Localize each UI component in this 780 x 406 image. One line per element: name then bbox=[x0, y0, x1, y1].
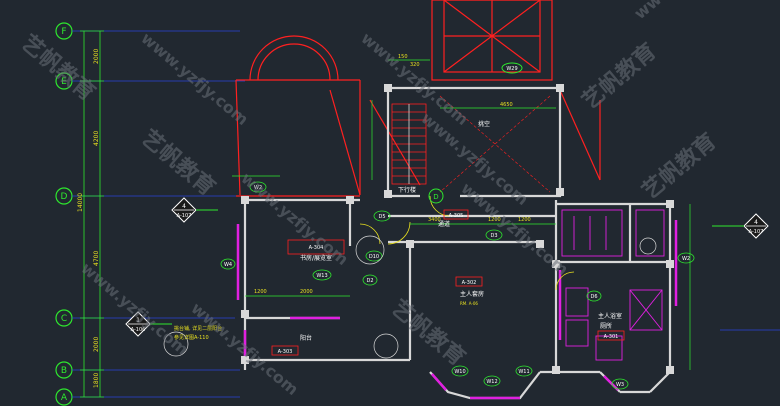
svg-text:W29: W29 bbox=[506, 66, 517, 72]
balcony-code: A-303 bbox=[278, 349, 293, 355]
stair-label: 下行楼 bbox=[398, 186, 416, 194]
svg-text:艺帆教育: 艺帆教育 bbox=[136, 125, 220, 201]
tag-w11: W11 bbox=[515, 365, 533, 377]
svg-text:W10: W10 bbox=[454, 369, 465, 375]
section-mark-right[interactable]: 4 A-107 bbox=[712, 213, 769, 239]
section-right-ref: A-107 bbox=[749, 229, 764, 235]
dim-2: 4200 bbox=[93, 131, 100, 146]
tag-w12: W12 bbox=[483, 375, 501, 387]
svg-text:D: D bbox=[433, 193, 438, 201]
dim-1: 2000 bbox=[93, 49, 100, 64]
section-left-ref: A-107 bbox=[177, 213, 192, 219]
svg-text:D10: D10 bbox=[369, 254, 379, 260]
floor-plan-svg: F E D C B A 14000 2000 4200 4700 2000 18… bbox=[16, 0, 780, 406]
dim-5: 1800 bbox=[93, 373, 100, 388]
tag-d3: D3 bbox=[485, 229, 503, 241]
svg-text:D2: D2 bbox=[366, 278, 373, 284]
balcony-name: 阳台 bbox=[300, 334, 312, 342]
axis-label-d: D bbox=[61, 192, 68, 202]
master-code: A-302 bbox=[462, 280, 477, 286]
master-sub: RM. A-06 bbox=[460, 301, 478, 306]
corridor-code: A-305 bbox=[449, 213, 464, 219]
dim-inner-1: 1200 bbox=[254, 289, 267, 295]
section-left-num: 4 bbox=[182, 203, 186, 210]
bath-code: A-301 bbox=[604, 334, 619, 340]
master-name: 主人套房 bbox=[460, 290, 484, 298]
tag-d5: D5 bbox=[373, 210, 391, 222]
room-corridor[interactable]: 通道 A-305 bbox=[438, 209, 469, 228]
tag-w4: W4 bbox=[220, 258, 236, 270]
axis-label-b: B bbox=[61, 366, 67, 376]
watermark: www.yzfjy.com www.yzfjy.com www.yzfjy.co… bbox=[16, 0, 745, 399]
staircase bbox=[391, 103, 427, 185]
svg-text:W2: W2 bbox=[682, 256, 690, 262]
room-master-suite[interactable]: A-302 主人套房 RM. A-06 bbox=[455, 276, 484, 306]
svg-text:www.yzfjy.com: www.yzfjy.com bbox=[137, 29, 252, 130]
svg-text:D5: D5 bbox=[378, 214, 385, 220]
svg-text:艺帆教育: 艺帆教育 bbox=[637, 128, 721, 204]
svg-text:www.yzfjy.com: www.yzfjy.com bbox=[630, 0, 745, 23]
svg-text:W4: W4 bbox=[224, 262, 232, 268]
room-balcony[interactable]: A-303 阳台 bbox=[271, 334, 312, 356]
svg-text:W13: W13 bbox=[316, 273, 327, 279]
top-roof-structure bbox=[235, 0, 601, 197]
section-mark-left[interactable]: 4 A-107 bbox=[171, 197, 218, 223]
corridor-name: 通道 bbox=[438, 220, 450, 228]
bath-sub: 厕所 bbox=[600, 322, 612, 330]
svg-text:W3: W3 bbox=[616, 382, 624, 388]
tag-d6: D6 bbox=[586, 290, 602, 302]
svg-text:D6: D6 bbox=[590, 294, 597, 300]
dim-4: 2000 bbox=[93, 337, 100, 352]
void-label: 挑空 bbox=[478, 120, 490, 128]
axis-label-f: F bbox=[61, 27, 66, 37]
tag-w29: W29 bbox=[501, 62, 523, 74]
dim-inner-2: 2000 bbox=[300, 289, 313, 295]
svg-text:D3: D3 bbox=[490, 233, 497, 239]
axis-label-c: C bbox=[61, 314, 67, 324]
dim-total: 14000 bbox=[77, 193, 84, 212]
svg-text:W11: W11 bbox=[518, 369, 529, 375]
elevation-marker-d: D bbox=[428, 188, 444, 204]
cad-drawing-canvas[interactable]: F E D C B A 14000 2000 4200 4700 2000 18… bbox=[0, 0, 780, 406]
axis-label-a: A bbox=[61, 393, 68, 403]
dim-top-g: 4650 bbox=[500, 102, 513, 108]
svg-text:www.yzfjy.com: www.yzfjy.com bbox=[357, 29, 472, 130]
tag-w2-b: W2 bbox=[677, 252, 695, 264]
svg-text:艺帆教育: 艺帆教育 bbox=[16, 30, 100, 106]
svg-text:艺帆教育: 艺帆教育 bbox=[577, 38, 661, 114]
tag-d2: D2 bbox=[362, 274, 378, 286]
bath-name: 主人浴室 bbox=[598, 312, 622, 320]
svg-text:W12: W12 bbox=[486, 379, 497, 385]
tag-d10: D10 bbox=[365, 250, 383, 262]
section-right-num: 4 bbox=[754, 219, 758, 226]
tag-w3: W3 bbox=[611, 378, 629, 390]
